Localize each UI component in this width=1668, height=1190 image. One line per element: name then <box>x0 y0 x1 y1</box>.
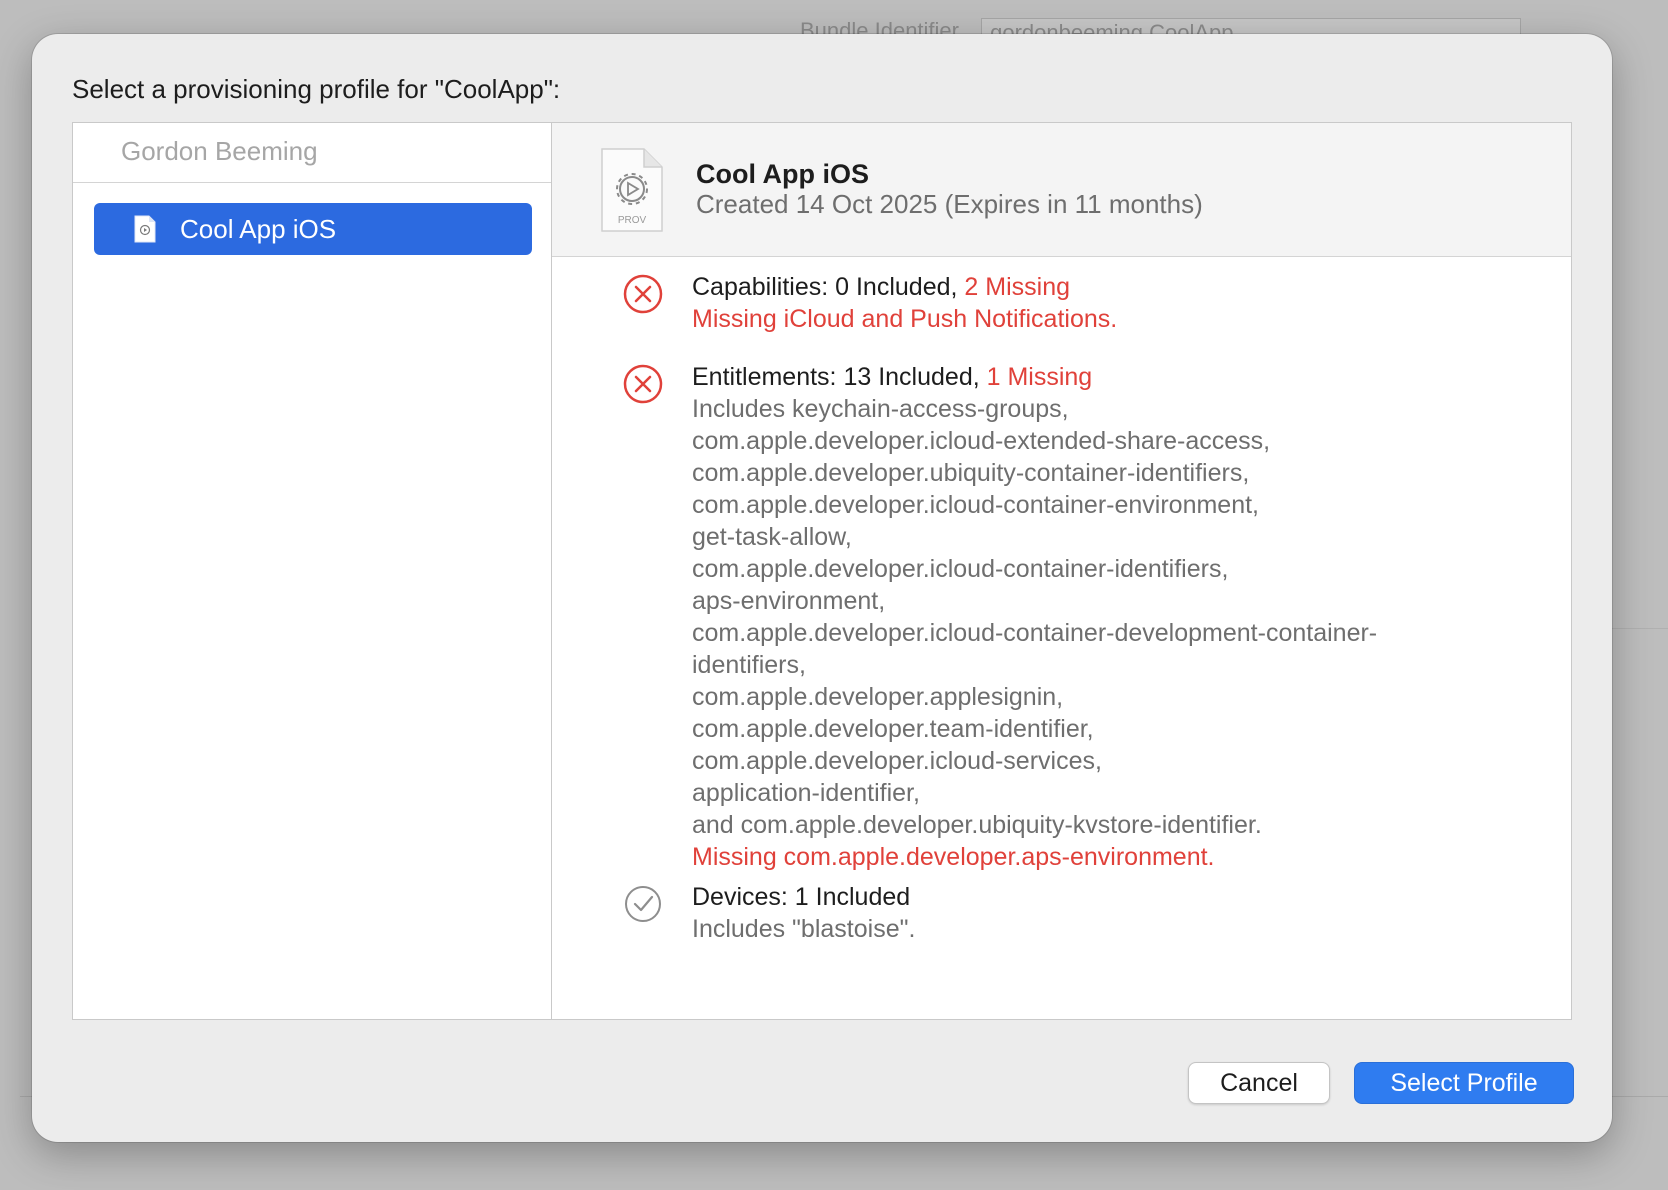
prov-icon-label: PROV <box>618 215 647 226</box>
entitlement-line: get-task-allow, <box>692 523 852 551</box>
capabilities-missing-detail: Missing iCloud and Push Notifications. <box>692 305 1118 333</box>
profile-browser: Gordon Beeming Cool App iOS PROV Cool Ap… <box>72 122 1572 1020</box>
profile-name: Cool App iOS <box>696 159 869 189</box>
entitlement-line: com.apple.developer.icloud-extended-shar… <box>692 427 1271 455</box>
entitlement-line: com.apple.developer.ubiquity-container-i… <box>692 459 1250 487</box>
devices-summary: Devices: 1 Included <box>692 883 911 911</box>
entitlement-line: com.apple.developer.icloud-container-ide… <box>692 555 1229 583</box>
entitlements-body: Entitlements: 13 Included, 1 Missing Inc… <box>692 361 1511 873</box>
entitlement-line: application-identifier, <box>692 779 920 807</box>
profile-list-item-label: Cool App iOS <box>180 213 337 244</box>
dialog-buttons: Cancel Select Profile <box>1188 1062 1574 1104</box>
provisioning-profile-icon: PROV <box>601 148 663 232</box>
entitlements-missing-detail: Missing com.apple.developer.aps-environm… <box>692 843 1215 871</box>
profile-list-item-cool-app-ios[interactable]: Cool App iOS <box>94 203 532 255</box>
team-name-header: Gordon Beeming <box>73 123 551 183</box>
entitlements-summary: Entitlements: 13 Included, <box>692 363 980 391</box>
cancel-button[interactable]: Cancel <box>1188 1062 1330 1104</box>
provisioning-profile-dialog: Select a provisioning profile for "CoolA… <box>32 34 1612 1142</box>
profile-created-date: Created 14 Oct 2025 (Expires in 11 month… <box>696 189 1203 219</box>
entitlement-line: Includes keychain-access-groups, <box>692 395 1069 423</box>
entitlement-line: com.apple.developer.team-identifier, <box>692 715 1094 743</box>
entitlement-line: aps-environment, <box>692 587 886 615</box>
entitlements-missing-count: 1 Missing <box>986 363 1093 391</box>
error-x-circle-icon <box>623 274 663 314</box>
entitlement-line: and com.apple.developer.ubiquity-kvstore… <box>692 811 1262 839</box>
entitlement-line: com.apple.developer.icloud-container-dev… <box>692 619 1378 647</box>
profile-document-icon <box>134 215 156 243</box>
capabilities-body: Capabilities: 0 Included, 2 Missing Miss… <box>692 271 1511 335</box>
profile-detail-panel: PROV Cool App iOS Created 14 Oct 2025 (E… <box>552 123 1571 1019</box>
profile-list-sidebar: Gordon Beeming Cool App iOS <box>73 123 552 1019</box>
profile-detail-header: PROV Cool App iOS Created 14 Oct 2025 (E… <box>552 123 1571 257</box>
select-profile-button[interactable]: Select Profile <box>1354 1062 1574 1104</box>
devices-detail: Includes "blastoise". <box>692 915 916 943</box>
entitlement-line: com.apple.developer.icloud-services, <box>692 747 1102 775</box>
error-x-circle-icon <box>623 364 663 404</box>
dialog-title: Select a provisioning profile for "CoolA… <box>72 74 561 104</box>
background-divider-right <box>1608 628 1668 629</box>
entitlement-line: com.apple.developer.applesignin, <box>692 683 1064 711</box>
entitlement-line: com.apple.developer.icloud-container-env… <box>692 491 1259 519</box>
capabilities-missing-count: 2 Missing <box>964 273 1070 301</box>
devices-body: Devices: 1 Included Includes "blastoise"… <box>692 881 1511 945</box>
capabilities-summary: Capabilities: 0 Included, <box>692 273 958 301</box>
entitlement-line: identifiers, <box>692 651 806 679</box>
checkmark-circle-icon <box>625 886 661 922</box>
